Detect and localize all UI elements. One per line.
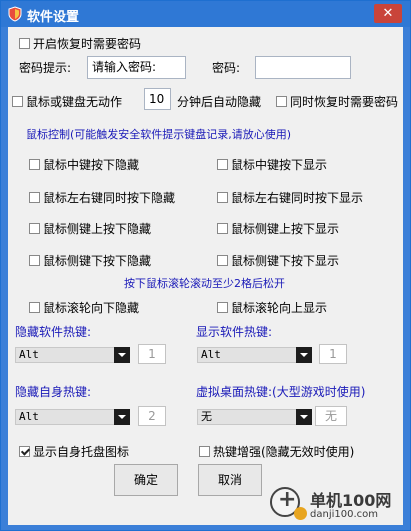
hide-software-modifier-select[interactable]: Alt <box>15 347 130 363</box>
side-up-show-checkbox[interactable]: 鼠标侧键上按下显示 <box>217 220 339 237</box>
wheel-down-hide-label: 鼠标滚轮向下隐藏 <box>43 301 140 315</box>
idle-minutes-input[interactable]: 10 <box>144 88 171 110</box>
shield-icon <box>8 6 22 22</box>
virtual-desktop-modifier-select[interactable]: 无 <box>197 409 312 425</box>
both-buttons-hide-checkbox[interactable]: 鼠标左右键同时按下隐藏 <box>29 189 175 206</box>
both-buttons-show-checkbox[interactable]: 鼠标左右键同时按下显示 <box>217 189 363 206</box>
idle-autohide-label: 鼠标或键盘无动作 <box>26 95 123 109</box>
hide-self-modifier-select[interactable]: Alt <box>15 409 130 425</box>
middle-hide-checkbox[interactable]: 鼠标中键按下隐藏 <box>29 156 139 173</box>
checkbox-box[interactable] <box>276 96 287 107</box>
side-up-hide-checkbox[interactable]: 鼠标侧键上按下隐藏 <box>29 220 151 237</box>
chevron-down-icon[interactable] <box>296 347 312 363</box>
side-up-show-label: 鼠标侧键上按下显示 <box>231 222 340 236</box>
close-icon: ✕ <box>382 6 394 21</box>
password-input[interactable] <box>255 56 351 79</box>
side-down-hide-label: 鼠标侧键下按下隐藏 <box>43 254 152 268</box>
side-down-show-label: 鼠标侧键下按下显示 <box>231 254 340 268</box>
show-software-modifier-select[interactable]: Alt <box>197 347 312 363</box>
settings-panel: 开启恢复时需要密码 密码提示: 请输入密码: 密码: 鼠标或键盘无动作 10 分… <box>8 27 403 525</box>
chevron-down-icon[interactable] <box>296 409 312 425</box>
middle-hide-label: 鼠标中键按下隐藏 <box>43 158 140 172</box>
side-up-hide-label: 鼠标侧键上按下隐藏 <box>43 222 152 236</box>
restore-password-label: 同时恢复时需要密码 <box>290 95 399 109</box>
checkbox-box[interactable] <box>217 255 228 266</box>
restore-password-checkbox[interactable]: 同时恢复时需要密码 <box>276 93 398 110</box>
hide-software-hotkey-label: 隐藏软件热键: <box>15 325 92 339</box>
title-bar[interactable]: 软件设置 ✕ <box>1 1 410 27</box>
logo-main-text: 单机100网 <box>310 491 392 510</box>
select-value: 无 <box>201 410 212 423</box>
logo-sub-text: danji100.com <box>310 509 378 520</box>
require-password-checkbox[interactable]: 开启恢复时需要密码 <box>19 35 141 52</box>
checkbox-box[interactable] <box>29 159 40 170</box>
checkbox-box[interactable] <box>217 192 228 203</box>
checkbox-box[interactable] <box>29 223 40 234</box>
password-label: 密码: <box>212 61 241 75</box>
tray-icon-label: 显示自身托盘图标 <box>33 445 130 459</box>
checkbox-box[interactable] <box>217 302 228 313</box>
tray-icon-checkbox[interactable]: 显示自身托盘图标 <box>19 443 129 460</box>
idle-minutes-suffix: 分钟后自动隐藏 <box>177 95 262 109</box>
ok-button[interactable]: 确定 <box>114 464 178 496</box>
password-hint-input[interactable]: 请输入密码: <box>87 56 186 79</box>
show-software-key-input[interactable]: 1 <box>319 344 347 364</box>
both-buttons-show-label: 鼠标左右键同时按下显示 <box>231 191 364 205</box>
orange-dot-icon <box>294 507 307 520</box>
password-hint-label: 密码提示: <box>19 61 72 75</box>
window-title: 软件设置 <box>27 10 80 25</box>
chevron-down-icon[interactable] <box>114 347 130 363</box>
site-logo: 单机100网 danji100.com <box>270 487 402 525</box>
wheel-up-show-label: 鼠标滚轮向上显示 <box>231 301 328 315</box>
select-value: Alt <box>201 348 221 361</box>
checkbox-box[interactable] <box>19 38 30 49</box>
wheel-note: 按下鼠标滚轮滚动至少2格后松开 <box>124 277 285 290</box>
require-password-label: 开启恢复时需要密码 <box>33 37 142 51</box>
hotkey-boost-label: 热键增强(隐藏无效时使用) <box>213 445 355 459</box>
close-button[interactable]: ✕ <box>374 4 402 23</box>
checkbox-box[interactable] <box>12 96 23 107</box>
select-value: Alt <box>19 348 39 361</box>
idle-autohide-checkbox[interactable]: 鼠标或键盘无动作 <box>12 93 122 110</box>
hide-self-hotkey-label: 隐藏自身热键: <box>15 385 92 399</box>
hide-self-key-input[interactable]: 2 <box>138 406 166 426</box>
checkbox-box[interactable] <box>217 159 228 170</box>
checkbox-box[interactable] <box>29 255 40 266</box>
show-software-hotkey-label: 显示软件热键: <box>196 325 273 339</box>
checkbox-box[interactable] <box>217 223 228 234</box>
checkbox-box[interactable] <box>199 446 210 457</box>
both-buttons-hide-label: 鼠标左右键同时按下隐藏 <box>43 191 176 205</box>
virtual-desktop-key-input[interactable]: 无 <box>315 406 347 426</box>
checkbox-box[interactable] <box>29 192 40 203</box>
settings-window: 软件设置 ✕ 开启恢复时需要密码 密码提示: 请输入密码: 密码: 鼠标或键盘无… <box>0 0 411 531</box>
chevron-down-icon[interactable] <box>114 409 130 425</box>
wheel-up-show-checkbox[interactable]: 鼠标滚轮向上显示 <box>217 299 327 316</box>
cancel-button[interactable]: 取消 <box>198 464 262 496</box>
checkbox-box[interactable] <box>29 302 40 313</box>
side-down-hide-checkbox[interactable]: 鼠标侧键下按下隐藏 <box>29 252 151 269</box>
middle-show-label: 鼠标中键按下显示 <box>231 158 328 172</box>
checkbox-box[interactable] <box>19 446 30 457</box>
virtual-desktop-hotkey-label: 虚拟桌面热键:(大型游戏时使用) <box>196 385 366 399</box>
mouse-control-heading: 鼠标控制(可能触发安全软件提示键盘记录,请放心使用) <box>26 128 292 141</box>
hotkey-boost-checkbox[interactable]: 热键增强(隐藏无效时使用) <box>199 443 354 460</box>
side-down-show-checkbox[interactable]: 鼠标侧键下按下显示 <box>217 252 339 269</box>
hide-software-key-input[interactable]: 1 <box>138 344 166 364</box>
wheel-down-hide-checkbox[interactable]: 鼠标滚轮向下隐藏 <box>29 299 139 316</box>
middle-show-checkbox[interactable]: 鼠标中键按下显示 <box>217 156 327 173</box>
select-value: Alt <box>19 410 39 423</box>
